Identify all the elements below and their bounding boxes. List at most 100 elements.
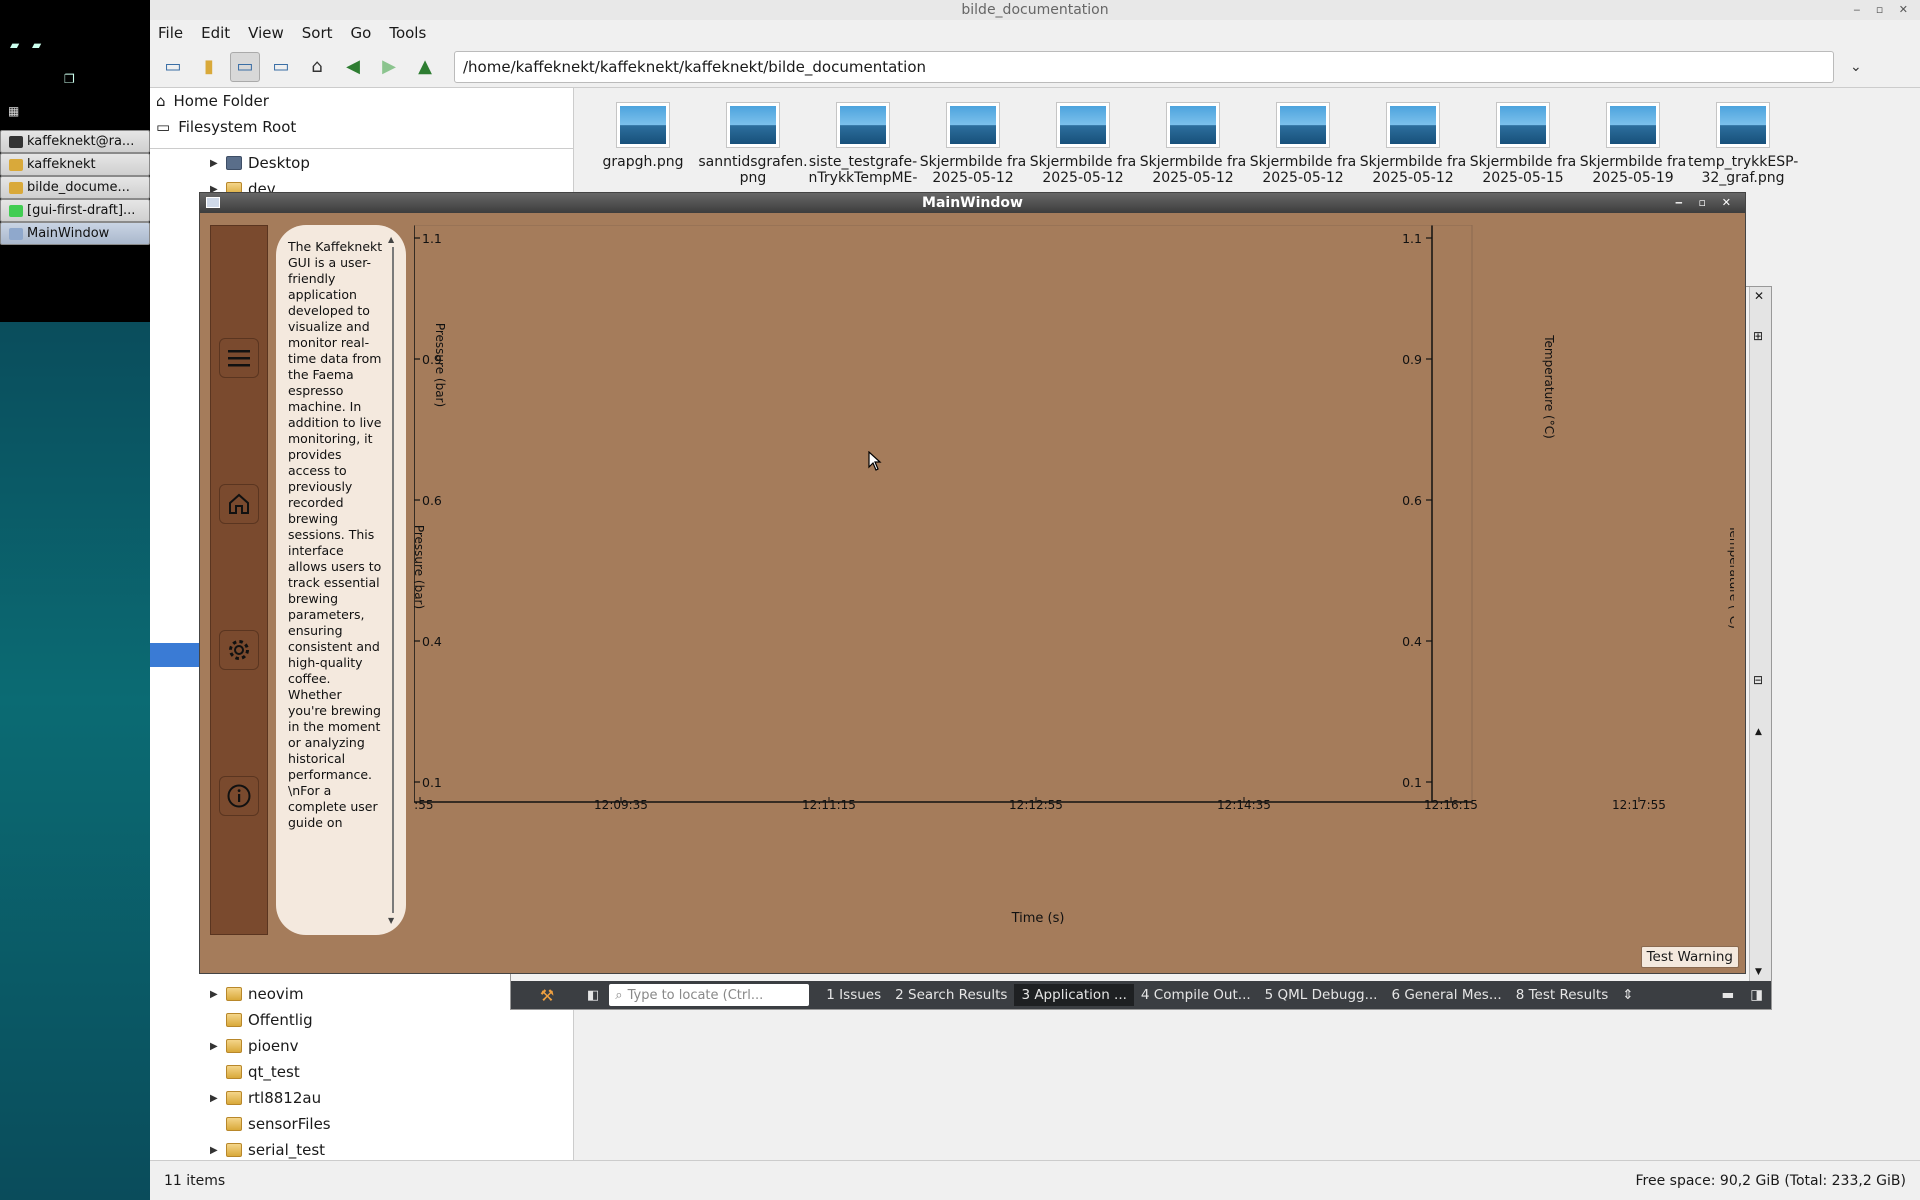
qt-creator-icon: [9, 204, 23, 217]
task-mainwindow[interactable]: MainWindow: [0, 222, 150, 245]
menu-tools[interactable]: Tools: [389, 24, 426, 42]
x-axis-label: Time (s): [1011, 911, 1065, 926]
y2-tick-label: 0.9: [1402, 352, 1422, 367]
close-icon[interactable]: ✕: [1754, 289, 1764, 303]
file-item[interactable]: temp_trykkESP- 32_graf.png: [1688, 102, 1798, 186]
split-icon[interactable]: ⊞: [1753, 329, 1763, 343]
forward-icon[interactable]: ▶: [374, 52, 404, 82]
place-home-folder[interactable]: ⌂ Home Folder: [150, 88, 573, 114]
expand-arrow-icon[interactable]: ▶: [210, 158, 220, 169]
tray-windows-icon[interactable]: ❐: [64, 72, 75, 86]
desktop-icon: [226, 156, 242, 170]
task-qt-creator[interactable]: [gui-first-draft]...: [0, 199, 150, 222]
info-panel: The Kaffeknekt GUI is a user-friendly ap…: [276, 225, 406, 935]
file-item[interactable]: Skjermbilde fra 2025-05-12: [1028, 102, 1138, 186]
info-icon[interactable]: [219, 776, 259, 816]
build-icon[interactable]: ⚒: [511, 986, 583, 1005]
taskbar: ▰ ▰ ❐ ▦ kaffeknekt@ra... kaffeknekt bild…: [0, 0, 150, 1200]
y2-axis-label-ghost: Temperature (°C): [1727, 524, 1734, 629]
file-item[interactable]: Skjermbilde fra 2025-05-12: [1138, 102, 1248, 186]
menu-view[interactable]: View: [248, 24, 284, 42]
home-icon[interactable]: [219, 484, 259, 524]
window-controls[interactable]: ‒ ▫ ✕: [1675, 193, 1737, 213]
chevron-down-icon[interactable]: ⌄: [1850, 59, 1862, 75]
test-warning-button[interactable]: Test Warning: [1640, 946, 1739, 968]
task-terminal[interactable]: kaffeknekt@ra...: [0, 130, 150, 153]
tab-general-messages[interactable]: 6 General Mes...: [1384, 984, 1508, 1006]
gear-icon[interactable]: [219, 630, 259, 670]
tray-app-icon[interactable]: ▰: [10, 38, 19, 52]
tree-item-qt-test[interactable]: qt_test: [210, 1059, 300, 1085]
file-item[interactable]: siste_testgrafe-nTrykkTempME-: [808, 102, 918, 186]
address-bar[interactable]: /home/kaffeknekt/kaffeknekt/kaffeknekt/b…: [454, 50, 1834, 83]
folder-icon: [226, 1039, 242, 1053]
folder-icon: [226, 1143, 242, 1157]
tree-item-offentlig[interactable]: Offentlig: [210, 1007, 313, 1033]
file-item[interactable]: Skjermbilde fra 2025-05-15: [1468, 102, 1578, 186]
minimize-pane-icon[interactable]: ▬: [1713, 987, 1742, 1003]
drive-icon: ▭: [156, 118, 171, 136]
tab-issues[interactable]: 1 Issues: [819, 984, 888, 1006]
tray-monitor-icon[interactable]: ▦: [8, 104, 19, 118]
file-item[interactable]: Skjermbilde fra 2025-05-12: [918, 102, 1028, 186]
tab-compile-output[interactable]: 4 Compile Out...: [1134, 984, 1258, 1006]
tree-item-sensorfiles[interactable]: sensorFiles: [210, 1111, 331, 1137]
collapse-icon[interactable]: ⊟: [1753, 673, 1763, 687]
scroll-down-icon[interactable]: ▼: [1755, 967, 1762, 977]
expand-arrow-icon[interactable]: ▶: [210, 1093, 220, 1104]
selected-tree-item[interactable]: [150, 643, 200, 667]
task-kaffeknekt[interactable]: kaffeknekt: [0, 153, 150, 176]
file-item[interactable]: Skjermbilde fra 2025-05-12: [1248, 102, 1358, 186]
menu-file[interactable]: File: [158, 24, 183, 42]
tab-application-output[interactable]: 3 Application ...: [1014, 984, 1134, 1006]
menu-sort[interactable]: Sort: [302, 24, 333, 42]
tab-test-results[interactable]: 8 Test Results: [1509, 984, 1616, 1006]
icon-view-icon[interactable]: ▭: [230, 51, 260, 82]
tray-chat-icon[interactable]: ▰: [32, 38, 41, 52]
window-title: MainWindow: [922, 195, 1023, 211]
menu-go[interactable]: Go: [351, 24, 372, 42]
tree-item-neovim[interactable]: ▶ neovim: [210, 981, 304, 1007]
image-thumbnail-icon: [726, 102, 780, 148]
menu-edit[interactable]: Edit: [201, 24, 230, 42]
main-window-titlebar[interactable]: MainWindow ‒ ▫ ✕: [200, 193, 1745, 213]
expand-arrow-icon[interactable]: ▶: [210, 989, 220, 1000]
folder-icon: [226, 1091, 242, 1105]
expand-arrow-icon[interactable]: ▶: [210, 1041, 220, 1052]
back-icon[interactable]: ◀: [338, 52, 368, 82]
pressure-temperature-chart[interactable]: 0.10.10.40.40.60.60.90.91.11.17:5512:09:…: [414, 225, 1734, 935]
info-scrollbar[interactable]: ▲ ▼: [388, 235, 400, 925]
window-controls[interactable]: ‒ ▫ ✕: [1853, 0, 1914, 20]
tree-item-pioenv[interactable]: ▶ pioenv: [210, 1033, 298, 1059]
file-item[interactable]: sanntidsgrafen. png: [698, 102, 808, 186]
tab-search-results[interactable]: 2 Search Results: [888, 984, 1014, 1006]
scroll-up-icon[interactable]: ▲: [1755, 727, 1762, 737]
file-manager-titlebar[interactable]: bilde_documentation ‒ ▫ ✕: [150, 0, 1920, 20]
more-tabs-icon[interactable]: ⇕: [1615, 984, 1640, 1006]
tree-item-rtl8812au[interactable]: ▶ rtl8812au: [210, 1085, 321, 1111]
home-icon[interactable]: ⌂: [302, 52, 332, 82]
folder-icon: [9, 181, 23, 194]
task-bilde-documentation[interactable]: bilde_docume...: [0, 176, 150, 199]
new-folder-icon[interactable]: ▮: [194, 52, 224, 82]
place-filesystem-root[interactable]: ▭ Filesystem Root: [150, 114, 573, 140]
file-item[interactable]: grapgh.png: [588, 102, 698, 170]
scroll-down-icon[interactable]: ▼: [388, 916, 394, 925]
file-item[interactable]: Skjermbilde fra 2025-05-19: [1578, 102, 1688, 186]
expand-arrow-icon[interactable]: ▶: [210, 1145, 220, 1156]
file-item[interactable]: Skjermbilde fra 2025-05-12: [1358, 102, 1468, 186]
side-pane-icon[interactable]: ▭: [158, 52, 188, 82]
locate-input[interactable]: ⌕ Type to locate (Ctrl...: [609, 984, 810, 1006]
scrollbar-track[interactable]: [392, 247, 394, 913]
tree-item-desktop[interactable]: ▶ Desktop: [210, 150, 310, 176]
tab-qml-debugger[interactable]: 5 QML Debugg...: [1258, 984, 1385, 1006]
menu-icon[interactable]: [219, 338, 259, 378]
scroll-up-icon[interactable]: ▲: [388, 235, 394, 244]
toggle-sidebar-icon[interactable]: ◧: [583, 988, 603, 1003]
y-tick-label: 0.4: [422, 634, 442, 649]
main-window: MainWindow ‒ ▫ ✕ The Kaffeknekt GUI is a…: [199, 192, 1746, 974]
list-view-icon[interactable]: ▭: [266, 52, 296, 82]
image-thumbnail-icon: [1496, 102, 1550, 148]
up-icon[interactable]: ▲: [410, 52, 440, 82]
maximize-pane-icon[interactable]: ◨: [1742, 987, 1771, 1003]
